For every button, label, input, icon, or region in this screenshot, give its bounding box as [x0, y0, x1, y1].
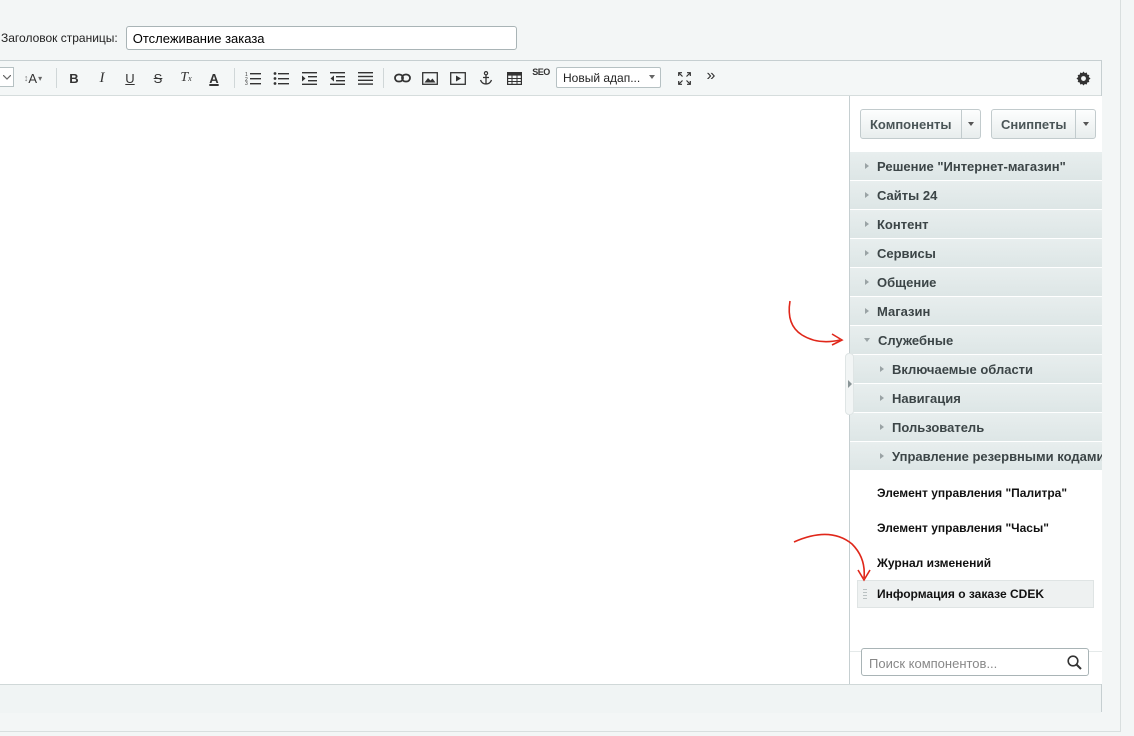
snippets-label: Сниппеты [992, 110, 1077, 138]
style-select[interactable]: Новый адап... [556, 67, 661, 88]
anchor-icon [479, 71, 493, 85]
chevron-down-icon[interactable] [962, 110, 980, 138]
chevron-down-icon [864, 338, 870, 342]
chevron-right-icon [880, 453, 884, 459]
tree-category[interactable]: Контент [850, 210, 1102, 238]
align-justify-icon [357, 71, 373, 85]
bold-button[interactable]: B [64, 67, 84, 89]
tree-category[interactable]: Сервисы [850, 239, 1102, 267]
chevron-right-icon [865, 308, 869, 314]
image-button[interactable] [420, 67, 440, 89]
editor-bottom-bar [0, 684, 1101, 713]
chevron-right-icon [880, 395, 884, 401]
component-item[interactable]: Элемент управления "Часы" [850, 510, 1102, 545]
tree-category[interactable]: Сайты 24 [850, 181, 1102, 209]
drag-handle-icon[interactable] [863, 589, 867, 599]
fullscreen-button[interactable] [674, 67, 694, 89]
font-select-dropdown[interactable] [0, 67, 14, 87]
tree-subcategory[interactable]: Пользователь [850, 413, 1102, 441]
tree-category[interactable]: Магазин [850, 297, 1102, 325]
page-title-label: Заголовок страницы: [1, 31, 118, 45]
tree-subcategory[interactable]: Включаемые области [850, 355, 1102, 383]
fullscreen-icon [677, 71, 691, 85]
underline-button[interactable]: U [120, 67, 140, 89]
tree-category-expanded[interactable]: Служебные [850, 326, 1102, 354]
font-color-button[interactable]: A [204, 67, 224, 89]
chevron-right-icon [865, 192, 869, 198]
toolbar-separator [234, 68, 235, 88]
taskbar-resize-handle[interactable] [845, 353, 854, 415]
chevron-down-icon[interactable] [1076, 110, 1095, 138]
component-search-input[interactable] [867, 650, 1061, 676]
components-button[interactable]: Компоненты [860, 109, 981, 139]
page-title-input[interactable] [125, 26, 517, 50]
chevron-down-icon [2, 74, 11, 80]
search-icon[interactable] [1067, 655, 1082, 670]
clear-icon: x [188, 73, 192, 83]
snippets-button[interactable]: Сниппеты [991, 109, 1096, 139]
component-item[interactable]: Журнал изменений [850, 545, 1102, 580]
settings-button[interactable] [1073, 67, 1093, 89]
link-button[interactable] [392, 67, 412, 89]
chevron-right-icon [880, 424, 884, 430]
indent-icon [301, 71, 317, 85]
anchor-button[interactable] [476, 67, 496, 89]
ordered-list-icon: 123 [245, 72, 261, 85]
chevron-right-icon [865, 279, 869, 285]
toolbar-separator [383, 68, 384, 88]
link-icon [393, 73, 411, 83]
component-item[interactable]: Элемент управления "Палитра" [850, 475, 1102, 510]
tree-category[interactable]: Решение "Интернет-магазин" [850, 152, 1102, 180]
tree-subcategory[interactable]: Навигация [850, 384, 1102, 412]
video-button[interactable] [448, 67, 468, 89]
remove-format-button[interactable]: Tx [176, 67, 196, 89]
image-icon [422, 71, 438, 85]
editor-toolbar: ↕ A ▾ B I U S Tx A 123 SEO Новый адап...… [0, 61, 1101, 96]
gear-icon [1075, 70, 1091, 86]
align-button[interactable] [355, 67, 375, 89]
chevron-right-icon [880, 366, 884, 372]
ordered-list-button[interactable]: 123 [243, 67, 263, 89]
video-icon [450, 71, 466, 85]
tree-category[interactable]: Общение [850, 268, 1102, 296]
indent-button[interactable] [299, 67, 319, 89]
toolbar-separator [56, 68, 57, 88]
chevron-down-icon: ▾ [38, 73, 43, 83]
chevron-right-icon [865, 163, 869, 169]
tree-subcategory[interactable]: Управление резервными кодами [850, 442, 1102, 470]
html-editor: ↕ A ▾ B I U S Tx A 123 SEO Новый адап...… [0, 60, 1102, 713]
components-tree: Решение "Интернет-магазин" Сайты 24 Конт… [850, 152, 1102, 608]
strikethrough-button[interactable]: S [148, 67, 168, 89]
component-item-selected[interactable]: Информация о заказе CDEK [857, 580, 1094, 608]
table-icon [506, 71, 522, 85]
editor-content-area[interactable] [0, 96, 849, 684]
chevron-down-icon [649, 75, 655, 79]
italic-button[interactable]: I [92, 67, 112, 89]
font-size-button[interactable]: ↕ A ▾ [20, 67, 46, 89]
unordered-list-button[interactable] [271, 67, 291, 89]
components-taskbar: Компоненты Сниппеты Решение "Интернет-ма… [849, 96, 1102, 684]
page-title-row: Заголовок страницы: [0, 25, 517, 51]
component-search-box [861, 648, 1089, 676]
outdent-icon [329, 71, 345, 85]
table-button[interactable] [504, 67, 524, 89]
outdent-button[interactable] [327, 67, 347, 89]
chevron-right-icon [865, 250, 869, 256]
seo-button[interactable]: SEO [531, 67, 551, 89]
more-button[interactable]: » [702, 65, 720, 87]
unordered-list-icon [273, 72, 289, 85]
components-label: Компоненты [861, 110, 962, 138]
svg-text:3: 3 [245, 81, 248, 85]
chevron-right-icon [865, 221, 869, 227]
